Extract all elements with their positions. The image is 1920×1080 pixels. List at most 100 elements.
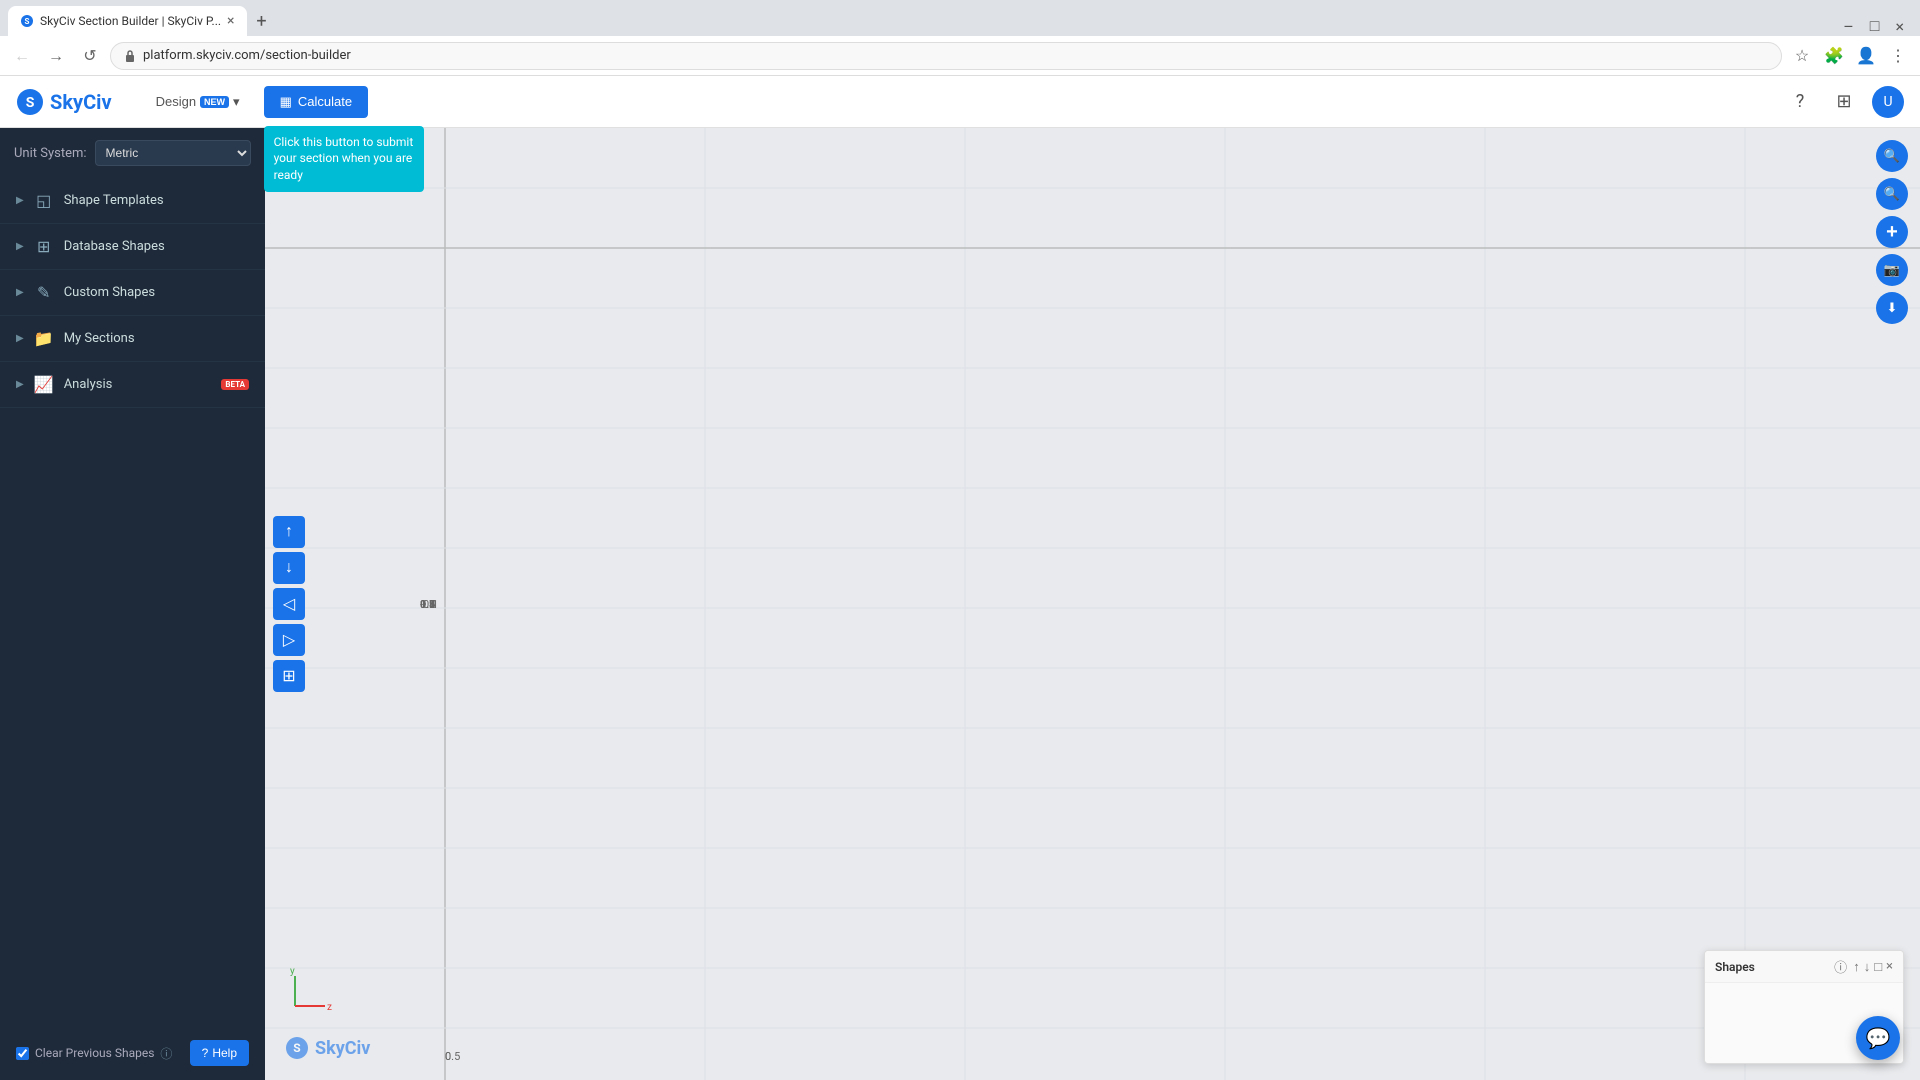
new-tab-btn[interactable]: +	[247, 6, 277, 36]
sidebar: Unit System: Metric Imperial ▶ ◱ Shape T…	[0, 128, 265, 1080]
calculate-btn[interactable]: ▦ Calculate	[264, 86, 369, 118]
browser-tab[interactable]: S SkyCiv Section Builder | SkyCiv P... ×	[8, 6, 247, 36]
shapes-copy-btn[interactable]: □	[1874, 959, 1882, 975]
shape-templates-label: Shape Templates	[64, 193, 249, 208]
coord-indicator: y z	[285, 966, 335, 1020]
arrow-icon-0: ▶	[16, 195, 24, 206]
my-sections-label: My Sections	[64, 331, 249, 346]
custom-shapes-icon: ✎	[34, 283, 54, 302]
logo-text: SkyCiv	[50, 90, 112, 114]
shapes-panel-header: Shapes ⓘ ↑ ↓ □ ×	[1705, 951, 1903, 983]
sidebar-item-custom-shapes[interactable]: ▶ ✎ Custom Shapes	[0, 270, 265, 316]
clear-shapes-text: Clear Previous Shapes	[35, 1046, 154, 1060]
z-coord-label: z	[327, 1002, 332, 1013]
help-icon: ?	[202, 1046, 209, 1060]
canvas-area: 1.1 1 0.9 0.8 0.7 0.6 0.5 0.4 0.3 0.2 0.…	[265, 128, 1920, 1080]
y-label-neg01: -0.1	[420, 598, 438, 611]
sidebar-item-analysis[interactable]: ▶ 📈 Analysis BETA	[0, 362, 265, 408]
chat-bubble-btn[interactable]: 💬	[1856, 1016, 1900, 1060]
refresh-btn[interactable]: ↺	[76, 42, 104, 70]
svg-text:S: S	[25, 17, 30, 26]
svg-text:S: S	[26, 95, 35, 111]
shapes-info-icon[interactable]: ⓘ	[1834, 957, 1847, 976]
back-btn[interactable]: ←	[8, 42, 36, 70]
add-btn[interactable]: +	[1876, 216, 1908, 248]
sidebar-item-my-sections[interactable]: ▶ 📁 My Sections	[0, 316, 265, 362]
y-coord-label: y	[290, 966, 295, 977]
clear-shapes-info-icon: ⓘ	[160, 1045, 172, 1062]
x-label-05: 0.5	[445, 1050, 460, 1063]
profile-btn[interactable]: 👤	[1852, 42, 1880, 70]
address-bar[interactable]: platform.skyciv.com/section-builder	[110, 42, 1782, 70]
watermark-logo-icon: S	[285, 1036, 309, 1060]
close-btn[interactable]: ×	[1895, 17, 1904, 36]
database-shapes-label: Database Shapes	[64, 239, 249, 254]
header-right: ? ⊞ U	[1784, 86, 1904, 118]
pan-left-btn[interactable]: ◁	[273, 588, 305, 620]
clear-shapes-label[interactable]: Clear Previous Shapes ⓘ	[16, 1045, 172, 1062]
minimize-btn[interactable]: –	[1843, 17, 1854, 36]
calculate-label: Calculate	[298, 94, 352, 109]
shapes-up-btn[interactable]: ↑	[1853, 959, 1860, 975]
calculate-icon: ▦	[280, 94, 292, 110]
forward-btn[interactable]: →	[42, 42, 70, 70]
arrow-icon-3: ▶	[16, 333, 24, 344]
svg-text:S: S	[293, 1041, 300, 1055]
main-content: Unit System: Metric Imperial ▶ ◱ Shape T…	[0, 128, 1920, 1080]
zoom-out-btn[interactable]: 🔍	[1876, 178, 1908, 210]
database-shapes-icon: ⊞	[34, 237, 54, 256]
shapes-panel-title: Shapes	[1715, 960, 1828, 974]
analysis-label: Analysis	[64, 377, 210, 392]
clear-shapes-checkbox[interactable]	[16, 1047, 29, 1060]
arrow-icon-1: ▶	[16, 241, 24, 252]
help-icon-btn[interactable]: ?	[1784, 86, 1816, 118]
browser-chrome: S SkyCiv Section Builder | SkyCiv P... ×…	[0, 0, 1920, 1080]
pan-right-btn[interactable]: ▷	[273, 624, 305, 656]
more-btn[interactable]: ⋮	[1884, 42, 1912, 70]
tab-controls: – □ ×	[1843, 16, 1912, 36]
arrow-icon-4: ▶	[16, 379, 24, 390]
arrow-icon-2: ▶	[16, 287, 24, 298]
beta-badge: BETA	[221, 379, 249, 390]
sidebar-item-database-shapes[interactable]: ▶ ⊞ Database Shapes	[0, 224, 265, 270]
chat-icon: 💬	[1866, 1026, 1891, 1050]
header-nav: Design NEW ▾ ▦ Calculate Click this butt…	[144, 86, 369, 118]
bookmark-btn[interactable]: ☆	[1788, 42, 1816, 70]
avatar[interactable]: U	[1872, 86, 1904, 118]
shapes-close-btn[interactable]: ×	[1886, 959, 1893, 975]
tab-bar: S SkyCiv Section Builder | SkyCiv P... ×…	[0, 0, 1920, 36]
unit-select[interactable]: Metric Imperial	[95, 140, 251, 166]
logo: S SkyCiv	[16, 88, 112, 116]
shapes-down-btn[interactable]: ↓	[1864, 959, 1871, 975]
sidebar-item-shape-templates[interactable]: ▶ ◱ Shape Templates	[0, 178, 265, 224]
reset-view-btn[interactable]: ⊞	[273, 660, 305, 692]
unit-system-row: Unit System: Metric Imperial	[0, 128, 265, 178]
pan-up-btn[interactable]: ↑	[273, 516, 305, 548]
left-toolbar: ↑ ↓ ◁ ▷ ⊞	[273, 516, 305, 692]
pan-down-btn[interactable]: ↓	[273, 552, 305, 584]
design-nav-btn[interactable]: Design NEW ▾	[144, 88, 252, 116]
lock-icon	[123, 49, 137, 63]
tab-close-btn[interactable]: ×	[227, 13, 234, 29]
shapes-panel-controls: ↑ ↓ □ ×	[1853, 959, 1893, 975]
zoom-in-btn[interactable]: 🔍	[1876, 140, 1908, 172]
analysis-icon: 📈	[34, 375, 54, 394]
help-label: Help	[212, 1046, 237, 1060]
help-btn[interactable]: ? Help	[190, 1040, 249, 1066]
shape-templates-icon: ◱	[34, 191, 54, 210]
nav-actions: ☆ 🧩 👤 ⋮	[1788, 42, 1912, 70]
screenshot-btn[interactable]: 📷	[1876, 254, 1908, 286]
maximize-btn[interactable]: □	[1870, 16, 1880, 36]
logo-icon: S	[16, 88, 44, 116]
design-dropdown-icon: ▾	[233, 94, 240, 110]
app-container: S SkyCiv Design NEW ▾ ▦ Calculate Click …	[0, 76, 1920, 1080]
extensions-btn[interactable]: 🧩	[1820, 42, 1848, 70]
my-sections-icon: 📁	[34, 329, 54, 348]
design-label: Design	[156, 94, 196, 109]
download-btn[interactable]: ⬇	[1876, 292, 1908, 324]
coord-svg: y z	[285, 966, 335, 1016]
new-badge: NEW	[200, 96, 229, 108]
canvas-watermark: S SkyCiv	[285, 1036, 370, 1060]
apps-icon-btn[interactable]: ⊞	[1828, 86, 1860, 118]
right-toolbar: 🔍 🔍 + 📷 ⬇	[1876, 140, 1908, 324]
